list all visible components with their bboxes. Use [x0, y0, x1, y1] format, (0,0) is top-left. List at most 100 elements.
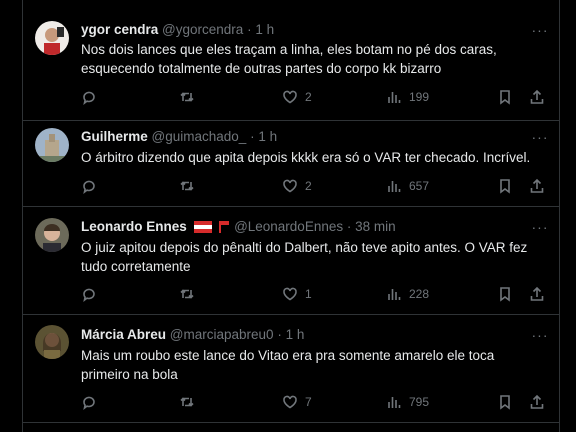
retweet-button[interactable] [179, 392, 202, 412]
share-icon [530, 178, 544, 193]
reply-button[interactable] [81, 87, 104, 107]
views-button[interactable]: 199 [386, 87, 429, 107]
tweet-text-line: O juiz apitou depois do pênalti do Dalbe… [81, 240, 528, 255]
like-button[interactable]: 2 [282, 87, 312, 107]
retweet-icon [180, 289, 194, 299]
author-name[interactable]: Guilherme [81, 129, 148, 144]
like-count: 2 [305, 90, 312, 104]
bookmark-icon [500, 90, 510, 105]
tweet-text-line: O árbitro dizendo que apita depois kkkk … [81, 150, 531, 165]
more-icon[interactable]: ··· [531, 327, 549, 343]
reply-icon [83, 288, 95, 302]
retweet-icon [180, 92, 194, 102]
author-handle[interactable]: @LeonardoEnnes [234, 219, 343, 234]
views-count: 228 [409, 287, 430, 301]
tweet-text-line: esquecendo totalmente de outras partes d… [81, 61, 442, 76]
separator-dot: · [250, 129, 255, 144]
views-count: 657 [409, 179, 430, 193]
share-button[interactable] [529, 284, 545, 304]
separator-dot: · [277, 327, 282, 342]
separator-dot: · [346, 219, 352, 234]
retweet-button[interactable] [179, 176, 202, 196]
author-name[interactable]: Márcia Abreu [81, 327, 166, 342]
red-flag-icon [219, 221, 230, 233]
tweet-time[interactable]: 1 h [255, 22, 274, 37]
retweet-icon [180, 181, 194, 191]
tweet-text: Nos dois lances que eles traçam a linha,… [81, 40, 545, 78]
retweet-button[interactable] [179, 284, 202, 304]
heart-icon [283, 179, 297, 193]
tweet-text: O juiz apitou depois do pênalti do Dalbe… [81, 238, 545, 276]
tweet-text-line: Nos dois lances que eles traçam a linha,… [81, 42, 497, 57]
views-button[interactable]: 228 [386, 284, 429, 304]
separator-dot: · [247, 22, 252, 37]
views-chart-icon [388, 289, 401, 300]
like-count: 1 [305, 287, 312, 301]
views-button[interactable]: 657 [386, 176, 429, 196]
author-handle[interactable]: @ygorcendra [162, 22, 243, 37]
bookmark-button[interactable] [497, 284, 513, 304]
views-chart-icon [388, 181, 401, 192]
bookmark-icon [500, 287, 510, 302]
avatar-guilherme[interactable] [35, 128, 69, 162]
more-icon[interactable]: ··· [531, 219, 549, 235]
views-button[interactable]: 795 [386, 392, 429, 412]
tweet-header: Guilherme @guimachado_ · 1 h [81, 129, 277, 145]
like-button[interactable]: 2 [282, 176, 312, 196]
like-button[interactable]: 7 [282, 392, 312, 412]
bookmark-button[interactable] [497, 176, 513, 196]
avatar-leonardo[interactable] [35, 218, 69, 252]
tweet-time[interactable]: 38 min [355, 219, 396, 234]
reply-button[interactable] [81, 284, 104, 304]
heart-icon [283, 287, 297, 301]
author-handle[interactable]: @marciapabreu0 [170, 327, 274, 342]
reply-button[interactable] [81, 392, 104, 412]
tweet-4[interactable]: Márcia Abreu @marciapabreu0 · 1 h ··· Ma… [23, 314, 559, 423]
more-icon[interactable]: ··· [531, 22, 549, 38]
action-bar: 1 228 [81, 284, 551, 304]
bookmark-button[interactable] [497, 87, 513, 107]
author-name[interactable]: Leonardo Ennes [81, 219, 187, 234]
tweet-text: Mais um roubo este lance do Vitao era pr… [81, 346, 545, 384]
bookmark-icon [500, 179, 510, 194]
share-icon [530, 286, 544, 301]
action-bar: 2 657 [81, 176, 551, 196]
tweet-text-line: Mais um roubo este lance do Vitao era pr… [81, 348, 495, 363]
bookmark-icon [500, 395, 510, 410]
reply-button[interactable] [81, 176, 104, 196]
reply-icon [83, 91, 95, 105]
views-chart-icon [388, 397, 401, 408]
heart-icon [283, 90, 297, 104]
views-count: 199 [409, 90, 430, 104]
tweet-2[interactable]: Guilherme @guimachado_ · 1 h ··· O árbit… [23, 120, 559, 207]
reply-icon [83, 180, 95, 194]
heart-icon [283, 395, 297, 409]
tweet-1[interactable]: ygor cendra @ygorcendra · 1 h ··· Nos do… [23, 9, 559, 121]
share-button[interactable] [529, 176, 545, 196]
retweet-button[interactable] [179, 87, 202, 107]
share-button[interactable] [529, 87, 545, 107]
tweet-text: O árbitro dizendo que apita depois kkkk … [81, 148, 545, 167]
like-count: 7 [305, 395, 312, 409]
action-bar: 7 795 [81, 392, 551, 412]
reply-icon [83, 396, 95, 410]
like-count: 2 [305, 179, 312, 193]
share-icon [530, 89, 544, 104]
tweet-time[interactable]: 1 h [286, 327, 305, 342]
views-chart-icon [388, 92, 401, 103]
more-icon[interactable]: ··· [531, 129, 549, 145]
like-button[interactable]: 1 [282, 284, 312, 304]
tweet-header: ygor cendra @ygorcendra · 1 h [81, 22, 274, 38]
austria-flag-icon [193, 221, 212, 233]
share-button[interactable] [529, 392, 545, 412]
author-name[interactable]: ygor cendra [81, 22, 158, 37]
tweet-time[interactable]: 1 h [258, 129, 277, 144]
author-handle[interactable]: @guimachado_ [152, 129, 247, 144]
avatar-marcia[interactable] [35, 325, 69, 359]
bookmark-button[interactable] [497, 392, 513, 412]
avatar-ygor[interactable] [35, 21, 69, 55]
share-icon [530, 394, 544, 409]
tweet-3[interactable]: Leonardo Ennes @LeonardoEnnes · 38 min ·… [23, 206, 559, 315]
retweet-icon [180, 397, 194, 407]
views-count: 795 [409, 395, 430, 409]
